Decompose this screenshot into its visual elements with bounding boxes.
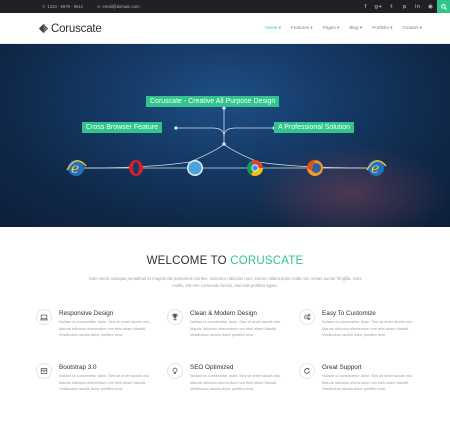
welcome-intro-text: Cum sociis natoque penatibus et magnis d…: [88, 276, 362, 288]
safari-icon: [187, 160, 203, 176]
feature-description: Nullam ut consectetur dolor. Sed sit ame…: [190, 373, 281, 391]
main-navbar: Coruscate Home ▾ Features ▾ Pages ▾ Blog…: [0, 13, 450, 44]
logo-text: Coruscate: [51, 22, 102, 35]
feature-description: Nullam ut consectetur dolor. Sed sit ame…: [322, 319, 413, 337]
feature-title: Great Support: [322, 364, 362, 371]
nav-item-features[interactable]: Features ▾: [291, 25, 313, 31]
facebook-icon[interactable]: f: [359, 0, 372, 13]
feature-title: SEO Optimized: [190, 364, 234, 371]
phone-icon: ✆: [42, 4, 46, 9]
social-links: f g+ t p in ◉: [359, 0, 450, 13]
hero-tag-left: Cross Browser Feature: [82, 122, 162, 133]
email-address[interactable]: email@domain.com: [103, 4, 140, 9]
welcome-title-prefix: WELCOME TO: [146, 255, 227, 267]
hero-tag-right: A Professional Solution: [274, 122, 354, 133]
logo-mark-icon: [38, 23, 49, 34]
feature-title: Bootstrap 3.0: [59, 364, 97, 371]
lightbulb-icon: [167, 363, 183, 379]
google-plus-icon[interactable]: g+: [372, 0, 385, 13]
rss-icon[interactable]: ◉: [424, 0, 437, 13]
feature-description: Nullam ut consectetur dolor. Sed sit ame…: [190, 319, 281, 337]
internet-explorer-icon: e: [366, 160, 387, 177]
email-contact[interactable]: ✉ email@domain.com: [97, 4, 140, 9]
welcome-heading: WELCOME TO CORUSCATE: [0, 255, 450, 267]
hero-tag-main: Coruscate - Creative All Purpose Design: [146, 96, 280, 107]
linkedin-icon[interactable]: in: [411, 0, 424, 13]
nav-item-contact[interactable]: Contact ▾: [403, 25, 422, 31]
feature-description: Nullam ut consectetur dolor. Sed sit ame…: [322, 373, 413, 391]
feature-title: Clean & Modern Design: [190, 310, 257, 317]
opera-icon: [129, 160, 143, 176]
hero-diagram: e e: [66, 106, 387, 177]
nav-item-home[interactable]: Home ▾: [265, 25, 281, 31]
laptop-icon: [36, 309, 52, 325]
feature-description: Nullam ut consectetur dolor. Sed sit ame…: [59, 373, 150, 391]
nav-item-blog[interactable]: Blog ▾: [349, 25, 362, 31]
chrome-icon: [247, 160, 263, 176]
phone-contact: ✆ 1234 - 5678 - 9612: [42, 4, 83, 9]
hero-slider: e e Coruscate - Creative All Purpose Des…: [0, 44, 450, 227]
refresh-icon: [299, 363, 315, 379]
pinterest-icon[interactable]: p: [398, 0, 411, 13]
welcome-title-accent: CORUSCATE: [230, 255, 304, 267]
envelope-icon: ✉: [97, 4, 101, 9]
feature-title: Responsive Design: [59, 310, 114, 317]
main-menu: Home ▾ Features ▾ Pages ▾ Blog ▾ Portfol…: [265, 25, 422, 31]
gears-icon: [299, 309, 315, 325]
phone-number: 1234 - 5678 - 9612: [47, 4, 83, 9]
site-logo[interactable]: Coruscate: [38, 22, 102, 35]
internet-explorer-icon: e: [66, 160, 87, 177]
nav-item-pages[interactable]: Pages ▾: [323, 25, 340, 31]
search-icon[interactable]: [437, 0, 450, 13]
twitter-icon[interactable]: t: [385, 0, 398, 13]
nav-item-portfolio[interactable]: Portfolio ▾: [372, 25, 392, 31]
firefox-icon: [307, 159, 323, 176]
top-bar: ✆ 1234 - 5678 - 9612 ✉ email@domain.com f …: [0, 0, 450, 13]
box-icon: [36, 363, 52, 379]
trophy-icon: [167, 309, 183, 325]
feature-title: Easy To Customize: [322, 310, 376, 317]
feature-description: Nullam ut consectetur dolor. Sed sit ame…: [59, 319, 150, 337]
